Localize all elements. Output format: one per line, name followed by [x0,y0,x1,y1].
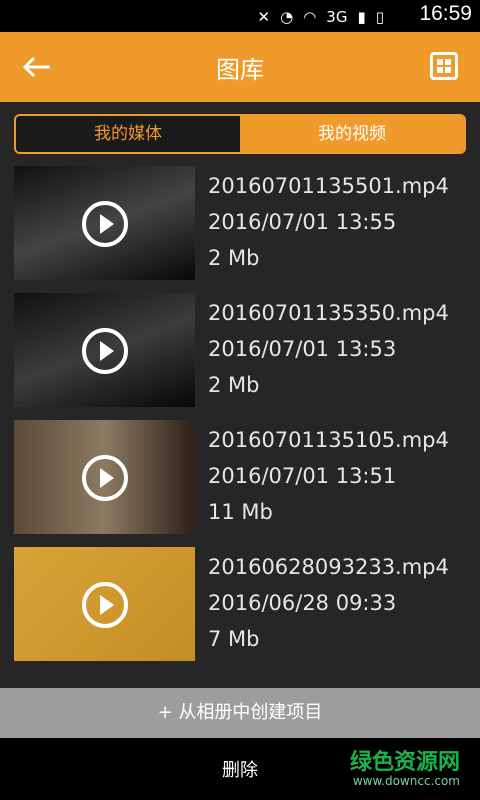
status-icons: ✕ ◔ ◠ 3G ▮ ▯ [258,6,384,28]
grid-view-icon[interactable] [430,52,458,80]
alarm-icon: ◔ [280,8,294,26]
footer-bar: 删除 绿色资源网 www.downcc.com [0,738,480,800]
video-thumbnail[interactable] [14,166,195,280]
create-from-album-button[interactable]: + 从相册中创建项目 [0,688,480,738]
wifi-icon: ◠ [303,8,317,26]
mute-icon: ✕ [257,8,271,26]
video-date: 2016/07/01 13:53 [208,337,397,361]
play-icon[interactable] [82,455,128,501]
video-filename: 20160701135350.mp4 [208,301,449,325]
app-bar: 图库 [0,32,480,102]
signal-icon: ▮ [357,8,366,26]
list-item[interactable]: 20160701135105.mp4 2016/07/01 13:51 11 M… [0,420,480,534]
video-thumbnail[interactable] [14,420,195,534]
play-icon[interactable] [82,201,128,247]
video-thumbnail[interactable] [14,293,195,407]
media-tabs: 我的媒体 我的视频 [14,114,466,154]
video-date: 2016/06/28 09:33 [208,591,397,615]
video-filename: 20160701135501.mp4 [208,174,449,198]
status-time: 16:59 [419,2,472,25]
list-item[interactable]: 20160701135501.mp4 2016/07/01 13:55 2 Mb [0,166,480,280]
video-size: 7 Mb [208,627,260,651]
network-type: 3G [326,8,348,26]
page-title: 图库 [216,56,264,84]
video-filename: 20160701135105.mp4 [208,428,449,452]
list-item[interactable]: 20160701135350.mp4 2016/07/01 13:53 2 Mb [0,293,480,407]
status-bar: ✕ ◔ ◠ 3G ▮ ▯ 16:59 [0,0,480,32]
video-date: 2016/07/01 13:51 [208,464,397,488]
play-icon[interactable] [82,328,128,374]
watermark-sub: www.downcc.com [352,774,460,788]
video-size: 2 Mb [208,373,260,397]
video-thumbnail[interactable] [14,547,195,661]
play-icon[interactable] [82,582,128,628]
tab-my-media[interactable]: 我的媒体 [16,116,240,152]
video-date: 2016/07/01 13:55 [208,210,397,234]
video-size: 11 Mb [208,500,273,524]
video-filename: 20160628093233.mp4 [208,555,449,579]
watermark: 绿色资源网 www.downcc.com [350,744,460,788]
tab-my-videos[interactable]: 我的视频 [240,116,464,152]
list-item[interactable]: 20160628093233.mp4 2016/06/28 09:33 7 Mb [0,547,480,661]
watermark-main: 绿色资源网 [349,750,460,775]
battery-icon: ▯ [375,8,384,26]
video-size: 2 Mb [208,246,260,270]
